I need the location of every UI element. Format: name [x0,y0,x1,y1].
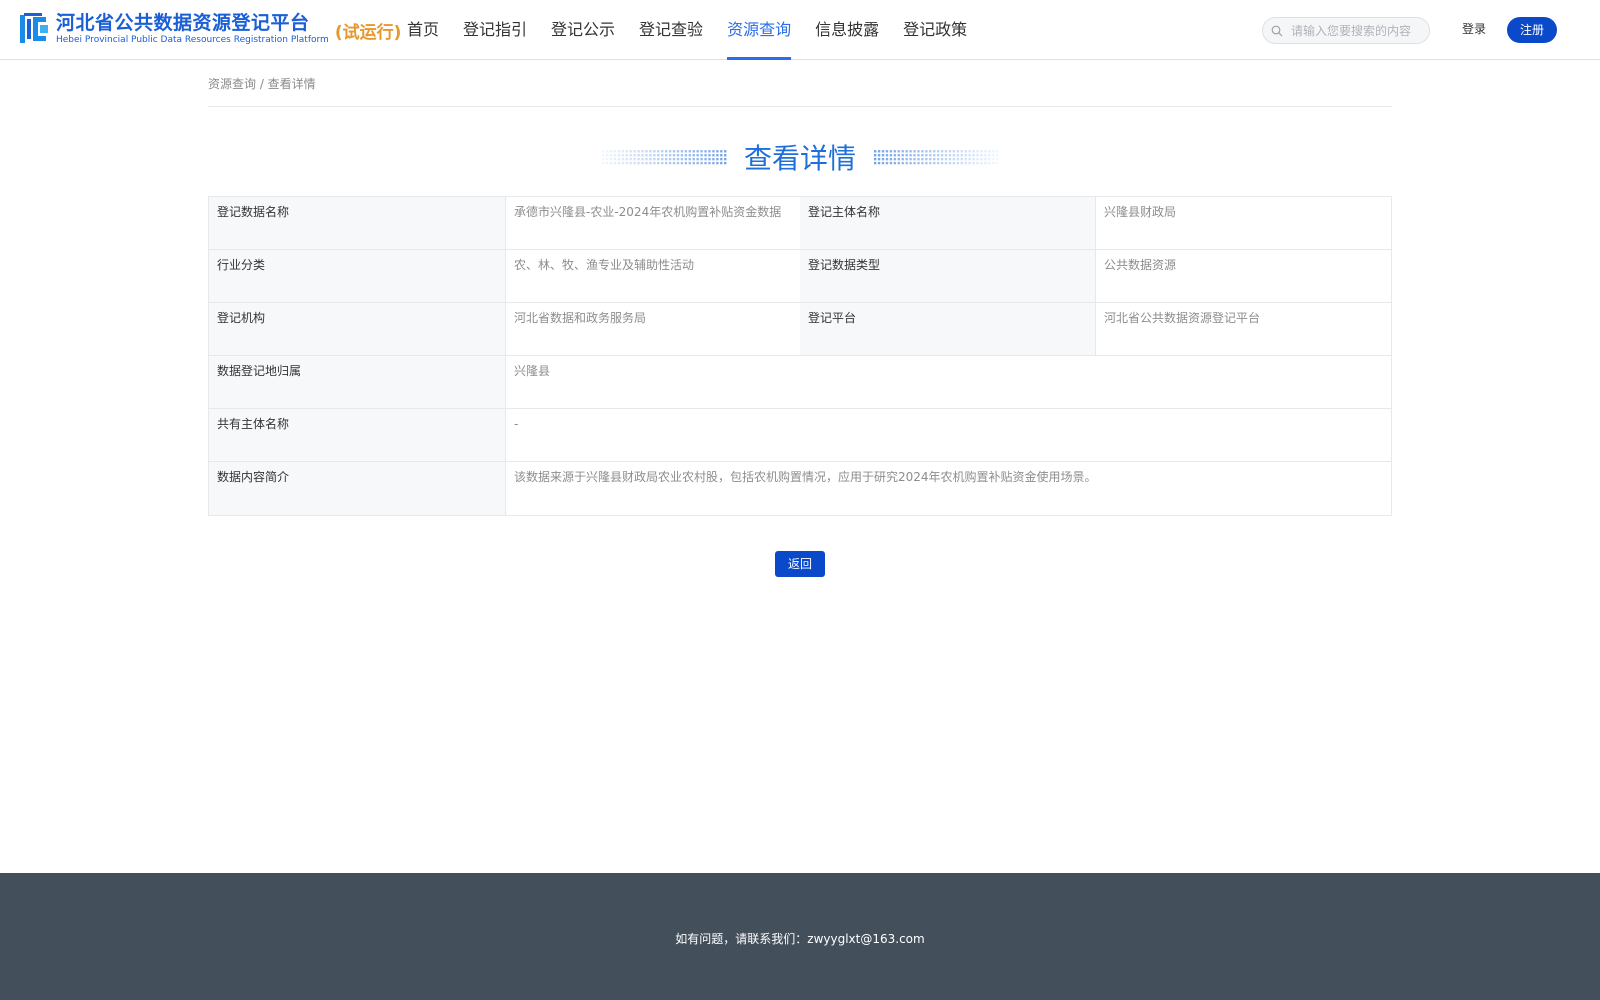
value-subject-name: 兴隆县财政局 [1104,205,1177,219]
page-title: 查看详情 [743,142,856,175]
label-industry: 行业分类 [209,250,506,302]
nav-guide[interactable]: 登记指引 [463,0,527,60]
label-subject-name: 登记主体名称 [800,197,1096,249]
label-data-name: 登记数据名称 [209,197,506,249]
nav-verify[interactable]: 登记查验 [639,0,703,60]
value-institution: 河北省数据和政务服务局 [514,311,647,325]
logo-text: 河北省公共数据资源登记平台 Hebei Provincial Public Da… [56,12,329,46]
nav-announce[interactable]: 登记公示 [551,0,615,60]
search-box [1262,17,1430,44]
label-co-owner: 共有主体名称 [209,409,506,461]
title-block: 查看详情 [600,137,1000,177]
logo-mark-icon [20,13,48,43]
nav-policy[interactable]: 登记政策 [903,0,967,60]
label-platform: 登记平台 [800,303,1096,355]
value-data-type: 公共数据资源 [1104,258,1177,272]
value-platform: 河北省公共数据资源登记平台 [1104,311,1261,325]
table-row: 登记机构 河北省数据和政务服务局 登记平台 河北省公共数据资源登记平台 [209,303,1391,356]
value-co-owner: - [514,417,519,431]
register-button[interactable]: 注册 [1507,17,1557,43]
table-row: 登记数据名称 承德市兴隆县-农业-2024年农机购置补贴资金数据 登记主体名称 … [209,197,1391,250]
breadcrumb[interactable]: 资源查询 / 查看详情 [208,75,316,92]
value-data-name: 承德市兴隆县-农业-2024年农机购置补贴资金数据 [514,205,782,219]
logo-title-en: Hebei Provincial Public Data Resources R… [56,35,329,45]
value-summary: 该数据来源于兴隆县财政局农业农村股，包括农机购置情况，应用于研究2024年农机购… [514,470,1097,484]
login-link[interactable]: 登录 [1462,20,1486,37]
top-header: 河北省公共数据资源登记平台 Hebei Provincial Public Da… [0,0,1600,60]
label-institution: 登记机构 [209,303,506,355]
value-location: 兴隆县 [514,364,551,378]
title-deco-right-icon [873,150,999,165]
footer-contact: 如有问题，请联系我们：zwyyglxt@163.com [675,932,925,946]
nav-resource-query[interactable]: 资源查询 [727,0,792,60]
value-industry: 农、林、牧、渔专业及辅助性活动 [514,258,695,272]
search-input[interactable] [1291,23,1421,38]
main-nav: 首页 登记指引 登记公示 登记查验 资源查询 信息披露 登记政策 [407,0,991,60]
table-row: 行业分类 农、林、牧、渔专业及辅助性活动 登记数据类型 公共数据资源 [209,250,1391,303]
trial-badge: (试运行) [334,23,402,43]
title-deco-left-icon [601,150,727,165]
label-summary: 数据内容简介 [209,462,506,515]
breadcrumb-divider [208,106,1392,107]
table-row: 共有主体名称 - [209,409,1391,462]
search-icon [1271,25,1283,36]
nav-disclosure[interactable]: 信息披露 [815,0,879,60]
detail-table: 登记数据名称 承德市兴隆县-农业-2024年农机购置补贴资金数据 登记主体名称 … [208,196,1392,516]
logo-title-cn: 河北省公共数据资源登记平台 [56,12,310,34]
label-location: 数据登记地归属 [209,356,506,408]
site-logo[interactable]: 河北省公共数据资源登记平台 Hebei Provincial Public Da… [18,10,401,48]
back-button[interactable]: 返回 [775,551,825,577]
label-data-type: 登记数据类型 [800,250,1096,302]
table-row: 数据内容简介 该数据来源于兴隆县财政局农业农村股，包括农机购置情况，应用于研究2… [209,462,1391,515]
nav-home[interactable]: 首页 [407,0,439,60]
table-row: 数据登记地归属 兴隆县 [209,356,1391,409]
